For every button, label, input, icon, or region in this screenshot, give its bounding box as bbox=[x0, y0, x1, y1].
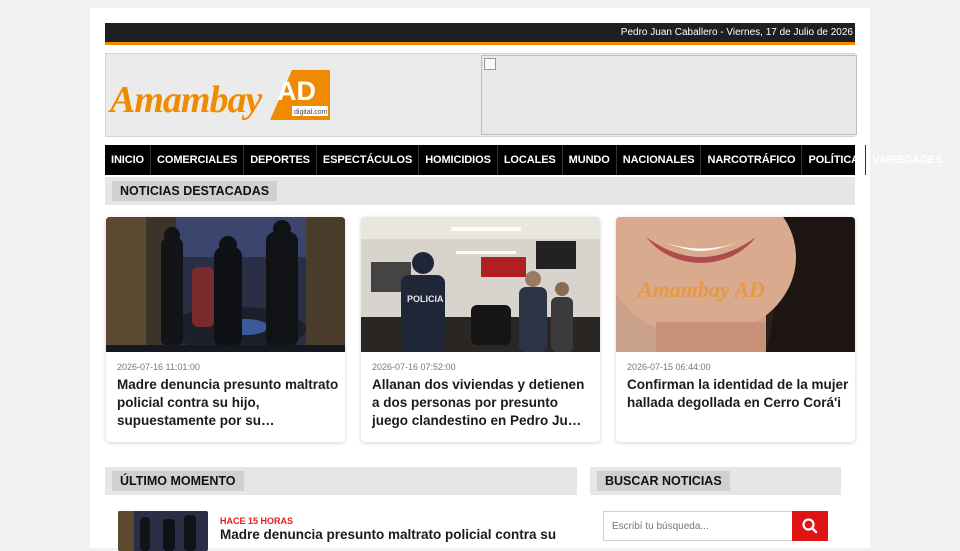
nav-item-variedades[interactable]: VARIEDADES bbox=[866, 145, 948, 175]
card-image-2[interactable]: POLICIA bbox=[361, 217, 600, 352]
nav-item-inicio[interactable]: INICIO bbox=[105, 145, 152, 175]
card-date: 2026-07-15 06:44:00 bbox=[627, 362, 711, 372]
nav-item-narcotrafico[interactable]: NARCOTRÁFICO bbox=[701, 145, 803, 175]
nav-item-politica[interactable]: POLÍTICA bbox=[802, 145, 867, 175]
featured-card-1[interactable]: 2026-07-16 11:01:00 Madre denuncia presu… bbox=[106, 217, 345, 442]
featured-header: NOTICIAS DESTACADAS bbox=[105, 177, 855, 205]
logo-word: Amambay bbox=[108, 79, 262, 121]
nav-item-comerciales[interactable]: COMERCIALES bbox=[151, 145, 245, 175]
card-title[interactable]: Allanan dos viviendas y detienen a dos p… bbox=[372, 376, 594, 430]
search-icon bbox=[802, 518, 818, 534]
card-date: 2026-07-16 07:52:00 bbox=[372, 362, 456, 372]
nav-item-deportes[interactable]: DEPORTES bbox=[244, 145, 317, 175]
card-title[interactable]: Confirman la identidad de la mujer halla… bbox=[627, 376, 849, 412]
latest-item-time: HACE 15 HORAS bbox=[220, 516, 294, 526]
card-title[interactable]: Madre denuncia presunto maltrato policia… bbox=[117, 376, 339, 430]
ad-banner[interactable] bbox=[481, 55, 857, 135]
nav-item-nacionales[interactable]: NACIONALES bbox=[617, 145, 702, 175]
latest-header: ÚLTIMO MOMENTO bbox=[105, 467, 577, 495]
card-date: 2026-07-16 11:01:00 bbox=[117, 362, 200, 372]
nav-item-mundo[interactable]: MUNDO bbox=[563, 145, 617, 175]
search-header: BUSCAR NOTICIAS bbox=[590, 467, 841, 495]
nav-item-locales[interactable]: LOCALES bbox=[498, 145, 563, 175]
location-date: Pedro Juan Caballero - Viernes, 17 de Ju… bbox=[620, 27, 853, 38]
card-image-1[interactable] bbox=[106, 217, 345, 352]
featured-heading: NOTICIAS DESTACADAS bbox=[112, 181, 278, 201]
nav-item-homicidios[interactable]: HOMICIDIOS bbox=[419, 145, 498, 175]
photo-watermark: Amambay AD bbox=[636, 277, 765, 302]
logo-sub: digital.com bbox=[294, 109, 328, 116]
main-nav: INICIO COMERCIALES DEPORTES ESPECTÁCULOS HOM… bbox=[105, 145, 942, 175]
page: Pedro Juan Caballero - Viernes, 17 de Ju… bbox=[90, 8, 942, 551]
search-button[interactable] bbox=[792, 511, 828, 541]
featured-card-2[interactable]: POLICIA 2026-07-16 07:52:00 Allanan dos … bbox=[361, 217, 600, 442]
latest-heading: ÚLTIMO MOMENTO bbox=[112, 471, 244, 491]
search-heading: BUSCAR NOTICIAS bbox=[597, 471, 730, 491]
vest-label: POLICIA bbox=[407, 294, 444, 304]
featured-card-3[interactable]: Amambay AD 2026-07-15 06:44:00 Confirman… bbox=[616, 217, 855, 442]
latest-item-thumbnail[interactable] bbox=[118, 511, 208, 551]
top-info-bar: Pedro Juan Caballero - Viernes, 17 de Ju… bbox=[105, 23, 855, 45]
nav-item-espectaculos[interactable]: ESPECTÁCULOS bbox=[317, 145, 420, 175]
card-image-3[interactable]: Amambay AD bbox=[616, 217, 855, 352]
search-input[interactable] bbox=[603, 511, 793, 541]
logo-mark: AD bbox=[277, 76, 316, 106]
site-logo[interactable]: Amambay AD digital.com bbox=[108, 68, 332, 124]
site-header: Amambay AD digital.com bbox=[105, 53, 857, 137]
broken-image-icon bbox=[484, 58, 496, 70]
